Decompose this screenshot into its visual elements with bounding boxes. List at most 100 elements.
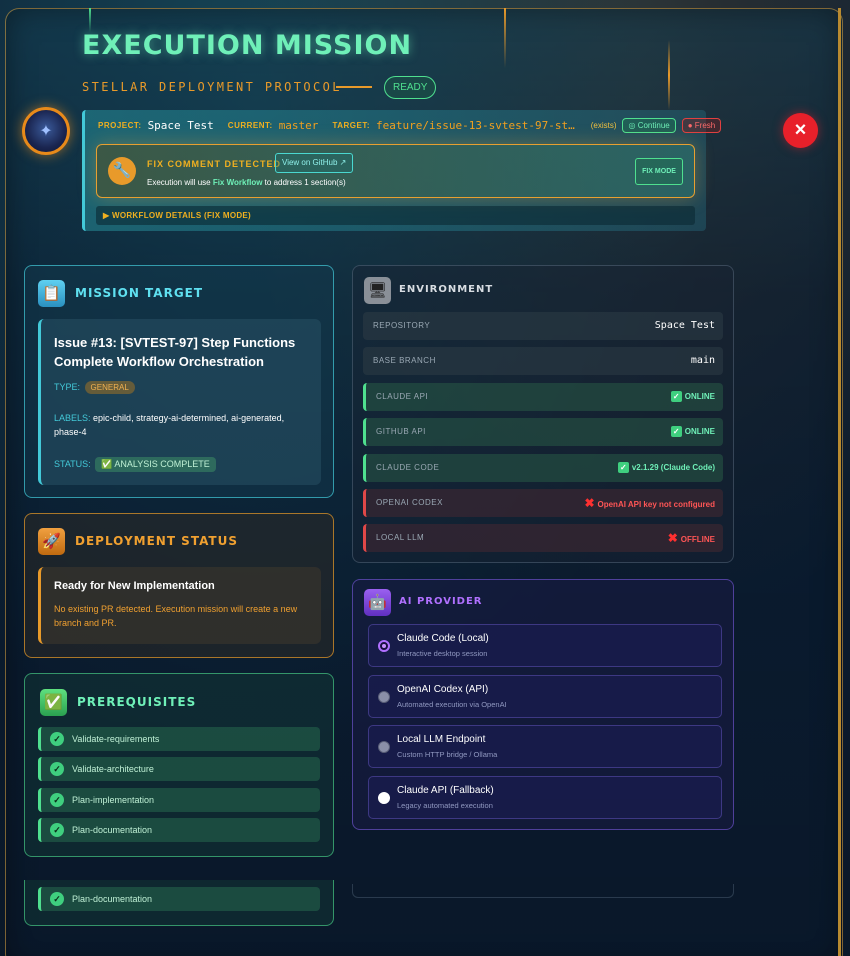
radio[interactable] [378, 741, 390, 753]
check-icon: ✓ [50, 892, 64, 906]
fix-workflow-highlight: Fix Workflow [212, 178, 263, 187]
fix-mode-button[interactable]: FIX MODE [635, 158, 683, 185]
issue-type: TYPE: GENERAL [54, 381, 135, 394]
environment-title: ENVIRONMENT [399, 284, 494, 295]
fix-comment-title: FIX COMMENT DETECTED [147, 159, 281, 169]
provider-option-claude-api[interactable]: Claude API (Fallback) Legacy automated e… [368, 776, 722, 819]
checkmark-icon: ✅ [40, 689, 67, 716]
env-value: ✖ OFFLINE [668, 524, 715, 554]
status-badge: ✅ ANALYSIS COMPLETE [95, 457, 216, 472]
check-icon: ✓ [50, 732, 64, 746]
env-key: CLAUDE CODE [376, 463, 440, 472]
issue-labels: LABELS: epic-child, strategy-ai-determin… [54, 411, 314, 439]
env-row-github-api: GITHUB API ✓ ONLINE [363, 418, 723, 446]
env-status: ONLINE [684, 427, 715, 436]
decor-line [504, 8, 506, 68]
prerequisite-item: ✓ Validate-requirements [38, 727, 320, 751]
prerequisites-panel: ✅ PREREQUISITES ✓ Validate-requirements ✓… [24, 673, 334, 857]
continue-button[interactable]: ◎ Continue [622, 118, 676, 133]
environment-panel: 🖥 ENVIRONMENT REPOSITORY Space Test BASE … [352, 265, 734, 563]
project-value: Space Test [147, 119, 214, 132]
check-icon: ✓ [50, 793, 64, 807]
prerequisites-overflow-panel: ✓ Plan-documentation [24, 880, 334, 926]
provider-name: OpenAI Codex (API) [397, 684, 489, 695]
page-background: EXECUTION MISSION STELLAR DEPLOYMENT PRO… [0, 0, 850, 956]
env-key: OPENAI CODEX [376, 498, 443, 507]
target-branch-value: feature/issue-13-svtest-97-st… [376, 119, 575, 132]
avatar: ✦ [22, 107, 70, 155]
env-value: ✓ ONLINE [670, 418, 715, 446]
labels-label: LABELS: [54, 413, 91, 423]
deployment-card-description: No existing PR detected. Execution missi… [54, 604, 298, 628]
type-label: TYPE: [54, 382, 81, 392]
env-row-base-branch: BASE BRANCH main [363, 347, 723, 375]
window-edge [838, 8, 841, 956]
provider-desc: Legacy automated execution [397, 801, 493, 810]
provider-option-claude-code[interactable]: Claude Code (Local) Interactive desktop … [368, 624, 722, 667]
prerequisite-label: Validate-architecture [72, 764, 154, 774]
env-row-claude-code: CLAUDE CODE ✓ v2.1.29 (Claude Code) [363, 454, 723, 482]
fix-desc-prefix: Execution will use [147, 178, 213, 187]
mission-target-title: MISSION TARGET [75, 286, 204, 300]
provider-name: Local LLM Endpoint [397, 734, 486, 745]
radio[interactable] [378, 691, 390, 703]
check-icon: ✓ [50, 762, 64, 776]
prerequisite-item: ✓ Plan-documentation [38, 887, 320, 911]
x-icon: ✖ [584, 496, 595, 510]
workflow-details-toggle[interactable]: ▶ WORKFLOW DETAILS (FIX MODE) [96, 206, 695, 225]
status-label: STATUS: [54, 459, 91, 469]
fix-comment-card: 🔧 FIX COMMENT DETECTED View on GitHub ↗ … [96, 144, 695, 198]
fix-comment-description: Execution will use Fix Workflow to addre… [147, 178, 346, 187]
clipboard-icon: 📋 [38, 280, 65, 307]
provider-option-openai-codex[interactable]: OpenAI Codex (API) Automated execution v… [368, 675, 722, 718]
decor-line [89, 8, 91, 32]
exists-note: (exists) [590, 121, 617, 130]
mission-target-panel: 📋 MISSION TARGET Issue #13: [SVTEST-97] … [24, 265, 334, 498]
radio-selected[interactable] [378, 640, 390, 652]
env-key: CLAUDE API [376, 392, 429, 401]
subtitle-divider [336, 86, 372, 88]
env-status: OFFLINE [680, 535, 715, 544]
robot-icon: 🤖 [364, 589, 391, 616]
rocket-icon: 🚀 [38, 528, 65, 555]
fix-desc-suffix: to address 1 section(s) [262, 178, 346, 187]
check-icon: ✓ [617, 462, 629, 473]
env-key: REPOSITORY [373, 321, 431, 330]
ready-status-badge: READY [384, 76, 437, 99]
context-row: PROJECT: Space Test CURRENT: master TARG… [98, 118, 722, 133]
deployment-card-title: Ready for New Implementation [54, 580, 215, 592]
env-value: ✖ OpenAI API key not configured [584, 489, 715, 519]
current-branch-value: master [278, 119, 319, 132]
prerequisite-item: ✓ Plan-documentation [38, 818, 320, 842]
provider-name: Claude Code (Local) [397, 633, 489, 644]
env-value: main [690, 355, 715, 366]
env-status: ONLINE [684, 392, 715, 401]
env-row-openai-codex: OPENAI CODEX ✖ OpenAI API key not configur… [363, 489, 723, 517]
view-on-github-button[interactable]: View on GitHub ↗ [275, 153, 354, 173]
check-icon: ✓ [50, 823, 64, 837]
x-icon: ✖ [667, 531, 678, 545]
project-label: PROJECT: [98, 121, 142, 130]
env-row-local-llm: LOCAL LLM ✖ OFFLINE [363, 524, 723, 552]
page-subtitle: STELLAR DEPLOYMENT PROTOCOL [82, 80, 342, 94]
wrench-icon: 🔧 [108, 157, 136, 185]
target-label: TARGET: [332, 121, 371, 130]
provider-option-local-llm[interactable]: Local LLM Endpoint Custom HTTP bridge / … [368, 725, 722, 768]
prerequisites-title: PREREQUISITES [77, 695, 197, 709]
radio[interactable] [378, 792, 390, 804]
env-status: OpenAI API key not configured [597, 500, 716, 509]
deployment-status-title: DEPLOYMENT STATUS [75, 534, 239, 548]
close-button[interactable]: × [783, 113, 818, 148]
close-icon: × [794, 119, 807, 141]
computer-icon: 🖥 [364, 277, 391, 304]
page-title: EXECUTION MISSION [82, 30, 413, 61]
type-badge: GENERAL [84, 381, 135, 394]
env-row-repository: REPOSITORY Space Test [363, 312, 723, 340]
provider-desc: Custom HTTP bridge / Ollama [397, 750, 498, 759]
fresh-button[interactable]: ● Fresh [681, 118, 722, 133]
current-label: CURRENT: [227, 121, 273, 130]
provider-name: Claude API (Fallback) [397, 785, 494, 796]
issue-status: STATUS: ✅ ANALYSIS COMPLETE [54, 457, 216, 472]
prerequisite-item: ✓ Validate-architecture [38, 757, 320, 781]
check-icon: ✓ [670, 391, 682, 402]
